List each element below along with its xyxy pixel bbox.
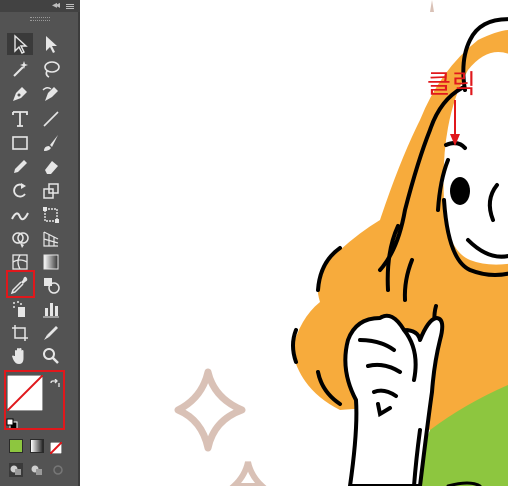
sparkle-bottom	[229, 461, 267, 486]
tools-panel: ◂◂	[0, 0, 80, 486]
paintbrush-tool-icon[interactable]	[38, 132, 64, 154]
artboard-tool-icon[interactable]	[7, 322, 33, 344]
perspective-grid-tool-icon[interactable]	[38, 228, 64, 250]
panel-header[interactable]: ◂◂	[0, 0, 80, 12]
lasso-tool-icon[interactable]	[38, 58, 64, 80]
collapse-icon[interactable]: ◂◂	[52, 0, 60, 12]
symbol-sprayer-tool-icon[interactable]	[7, 298, 33, 320]
fill-stroke-highlight	[4, 370, 65, 430]
magic-wand-tool-icon[interactable]	[7, 58, 33, 80]
panel-grip[interactable]	[30, 17, 50, 21]
line-segment-tool-icon[interactable]	[38, 108, 64, 130]
hand-tool-icon[interactable]	[7, 345, 33, 367]
color-mode-icon[interactable]	[9, 439, 23, 453]
draw-behind-icon[interactable]	[30, 462, 44, 476]
draw-normal-icon[interactable]	[9, 462, 23, 477]
sparkle-large	[174, 368, 246, 452]
blend-tool-icon[interactable]	[38, 274, 64, 296]
width-tool-icon[interactable]	[7, 204, 33, 226]
selection-tool-icon[interactable]	[7, 33, 33, 55]
click-annotation: 클릭	[427, 70, 477, 100]
eye	[450, 177, 470, 205]
none-mode-icon[interactable]	[49, 439, 63, 455]
scale-tool-icon[interactable]	[38, 180, 64, 202]
gradient-tool-icon[interactable]	[38, 251, 64, 273]
sparkle-top	[430, 0, 434, 12]
type-tool-icon[interactable]	[7, 108, 33, 130]
zoom-tool-icon[interactable]	[38, 345, 64, 367]
eyedropper-highlight	[6, 270, 35, 298]
panel-menu-icon[interactable]	[66, 4, 74, 5]
column-graph-tool-icon[interactable]	[38, 298, 64, 320]
slice-tool-icon[interactable]	[38, 322, 64, 344]
rectangle-tool-icon[interactable]	[7, 132, 33, 154]
shape-builder-tool-icon[interactable]	[7, 228, 33, 250]
pen-tool-icon[interactable]	[7, 83, 33, 105]
pencil-tool-icon[interactable]	[7, 156, 33, 178]
direct-selection-tool-icon[interactable]	[38, 33, 64, 55]
eraser-tool-icon[interactable]	[38, 156, 64, 178]
rotate-tool-icon[interactable]	[7, 180, 33, 202]
curvature-tool-icon[interactable]	[38, 83, 64, 105]
draw-inside-icon[interactable]	[51, 462, 65, 476]
gradient-mode-icon[interactable]	[30, 439, 44, 453]
free-transform-tool-icon[interactable]	[38, 204, 64, 226]
